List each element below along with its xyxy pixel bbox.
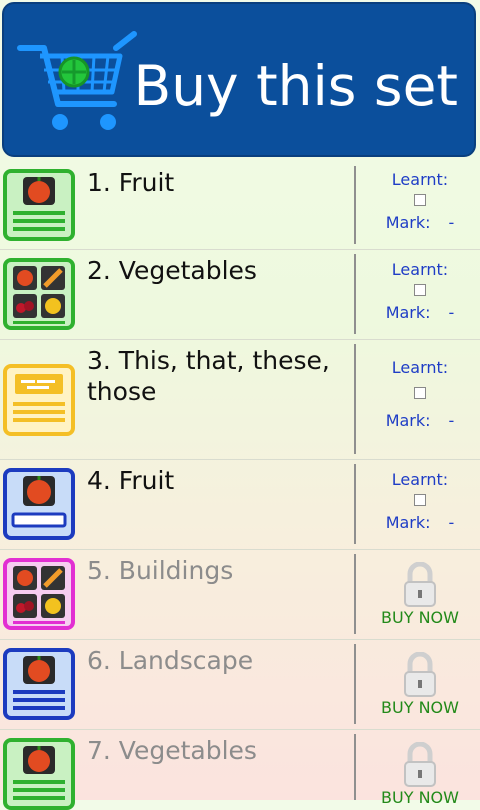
learnt-checkbox[interactable] bbox=[414, 194, 426, 206]
padlock-icon bbox=[404, 742, 436, 787]
learnt-checkbox[interactable] bbox=[414, 494, 426, 506]
divider bbox=[354, 344, 356, 454]
set-title: 3. This, that, these, those bbox=[87, 346, 330, 406]
landscape-card-icon bbox=[3, 648, 75, 720]
learnt-label: Learnt: bbox=[391, 470, 449, 489]
progress-panel: Learnt: Mark: - bbox=[360, 170, 480, 232]
mark-label: Mark: - bbox=[385, 411, 455, 430]
text-card-icon bbox=[3, 364, 75, 436]
shopping-cart-icon bbox=[17, 31, 137, 130]
progress-panel: Learnt: Mark: - bbox=[360, 358, 480, 430]
progress-panel: Learnt: Mark: - bbox=[360, 470, 480, 532]
learnt-checkbox[interactable] bbox=[414, 284, 426, 296]
buy-now-button[interactable]: BUY NOW bbox=[360, 788, 480, 807]
fruit-input-icon bbox=[3, 468, 75, 540]
divider bbox=[354, 464, 356, 544]
progress-panel: Learnt: Mark: - bbox=[360, 260, 480, 322]
buy-now-button[interactable]: BUY NOW bbox=[360, 608, 480, 627]
list-item[interactable]: 4. Fruit Learnt: Mark: - bbox=[0, 460, 480, 550]
divider bbox=[354, 734, 356, 800]
set-title: 7. Vegetables bbox=[87, 736, 257, 765]
list-item[interactable]: 6. Landscape BUY NOW bbox=[0, 640, 480, 730]
mark-label: Mark: - bbox=[385, 513, 455, 532]
list-item[interactable]: 7. Vegetables BUY NOW bbox=[0, 730, 480, 810]
set-title: 1. Fruit bbox=[87, 168, 175, 197]
list-item[interactable]: 1. Fruit Learnt: Mark: - bbox=[0, 162, 480, 250]
learnt-label: Learnt: bbox=[391, 358, 449, 377]
set-title: 4. Fruit bbox=[87, 466, 175, 495]
header-banner[interactable]: Buy this set bbox=[2, 2, 476, 157]
divider bbox=[354, 554, 356, 634]
locked-panel[interactable]: BUY NOW bbox=[360, 742, 480, 807]
page-title: Buy this set bbox=[133, 54, 458, 118]
divider bbox=[354, 254, 356, 334]
grid-card-icon bbox=[3, 558, 75, 630]
learnt-checkbox[interactable] bbox=[414, 387, 426, 399]
padlock-icon bbox=[404, 562, 436, 607]
set-title: 5. Buildings bbox=[87, 556, 234, 585]
vegetables-card-icon bbox=[3, 738, 75, 810]
list-item[interactable]: 5. Buildings BUY NOW bbox=[0, 550, 480, 640]
learnt-label: Learnt: bbox=[391, 170, 449, 189]
set-title: 6. Landscape bbox=[87, 646, 254, 675]
divider bbox=[354, 166, 356, 244]
fruit-card-icon bbox=[3, 169, 75, 241]
learnt-label: Learnt: bbox=[391, 260, 449, 279]
set-title: 2. Vegetables bbox=[87, 256, 257, 285]
mark-label: Mark: - bbox=[385, 303, 455, 322]
locked-panel[interactable]: BUY NOW bbox=[360, 562, 480, 627]
list-item[interactable]: 3. This, that, these, those Learnt: Mark… bbox=[0, 340, 480, 460]
padlock-icon bbox=[404, 652, 436, 697]
mark-label: Mark: - bbox=[385, 213, 455, 232]
list-item[interactable]: 2. Vegetables Learnt: Mark: - bbox=[0, 250, 480, 340]
vegetables-grid-icon bbox=[3, 258, 75, 330]
locked-panel[interactable]: BUY NOW bbox=[360, 652, 480, 717]
buy-now-button[interactable]: BUY NOW bbox=[360, 698, 480, 717]
divider bbox=[354, 644, 356, 724]
